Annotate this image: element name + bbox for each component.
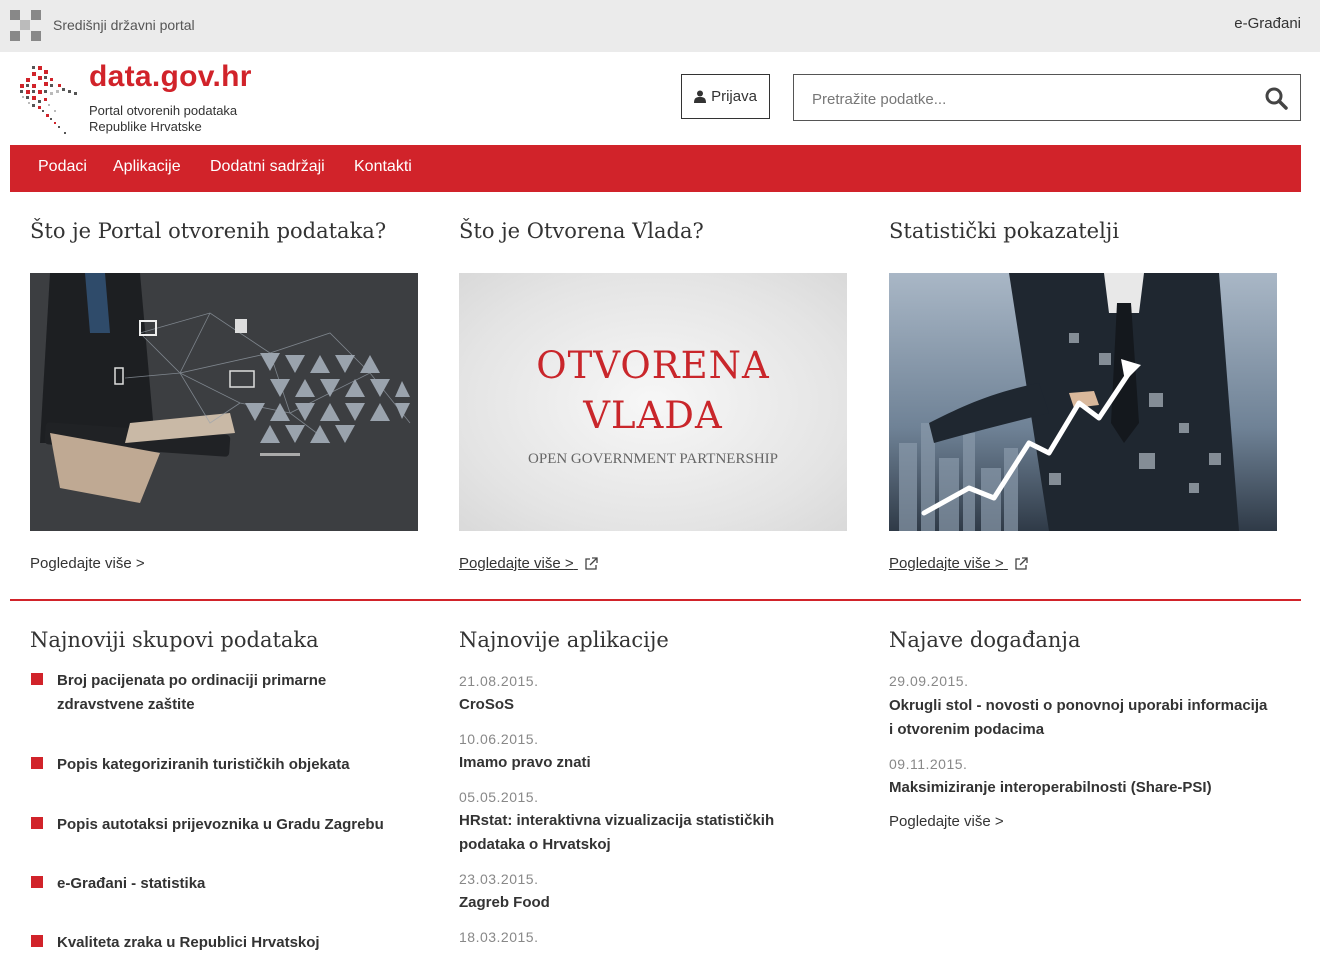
main-nav: Podaci Aplikacije Dodatni sadržaji Konta…: [10, 145, 1301, 192]
nav-item-aplikacije[interactable]: Aplikacije: [113, 158, 181, 176]
banner-line1: OTVORENA: [536, 344, 770, 387]
banner-line2: VLADA: [583, 394, 723, 437]
events-title: Najave događanja: [889, 628, 1081, 652]
feature-image-otvorena-vlada[interactable]: OTVORENA VLADA OPEN GOVERNMENT PARTNERSH…: [459, 273, 847, 531]
external-link-icon: [585, 557, 598, 570]
app-date: 18.03.2015.: [459, 929, 539, 945]
app-title[interactable]: Zagreb Food: [459, 891, 550, 915]
bullet-square-icon: [31, 817, 43, 829]
dataset-item-label: e-Građani - statistika: [57, 875, 206, 892]
apps-title: Najnovije aplikacije: [459, 628, 669, 652]
feature-more-link-otvorena-vlada[interactable]: Pogledajte više >: [459, 555, 598, 572]
app-date: 23.03.2015.: [459, 871, 539, 887]
app-title[interactable]: HRstat: interaktivna vizualizacija stati…: [459, 809, 829, 857]
feature-more-link-label: Pogledajte više >: [889, 555, 1004, 572]
events-more-link[interactable]: Pogledajte više >: [889, 813, 1004, 830]
gov-portal-link[interactable]: Središnji državni portal: [53, 17, 195, 33]
croatia-map-logo-icon[interactable]: [18, 62, 80, 138]
user-icon: [694, 90, 707, 103]
site-logo-subtitle: Portal otvorenih podataka Republike Hrva…: [89, 103, 237, 135]
dataset-item-label: Popis kategoriziranih turističkih objeka…: [57, 756, 350, 773]
tablet-network-illustration: [30, 273, 418, 531]
dataset-item[interactable]: Kvaliteta zraka u Republici Hrvatskoj: [31, 931, 421, 955]
feature-title-otvorena-vlada: Što je Otvorena Vlada?: [459, 219, 704, 243]
feature-more-link-label: Pogledajte više >: [459, 555, 574, 572]
app-title[interactable]: CroSoS: [459, 693, 514, 717]
businessman-chart-illustration: [889, 273, 1277, 531]
app-date: 10.06.2015.: [459, 731, 539, 747]
site-logo-title[interactable]: data.gov.hr: [89, 60, 252, 94]
dataset-item-label: Kvaliteta zraka u Republici Hrvatskoj: [57, 934, 320, 951]
feature-image-statistika[interactable]: [889, 273, 1277, 531]
logo-subtitle-line2: Republike Hrvatske: [89, 119, 202, 134]
bullet-square-icon: [31, 935, 43, 947]
event-title[interactable]: Maksimiziranje interoperabilnosti (Share…: [889, 776, 1212, 800]
datasets-title: Najnoviji skupovi podataka: [30, 628, 319, 652]
dataset-item[interactable]: Popis autotaksi prijevoznika u Gradu Zag…: [31, 813, 421, 837]
search-input[interactable]: [810, 87, 1244, 111]
gov-topbar: Središnji državni portal e-Građani: [0, 0, 1320, 52]
feature-title-portal: Što je Portal otvorenih podataka?: [30, 219, 387, 243]
event-date: 09.11.2015.: [889, 756, 968, 772]
login-button[interactable]: Prijava: [681, 74, 770, 119]
nav-item-podaci[interactable]: Podaci: [38, 158, 87, 176]
bullet-square-icon: [31, 876, 43, 888]
external-link-icon: [1015, 557, 1028, 570]
site-header: data.gov.hr Portal otvorenih podataka Re…: [0, 52, 1320, 145]
bullet-square-icon: [31, 757, 43, 769]
app-date: 21.08.2015.: [459, 673, 539, 689]
search-box: [793, 74, 1301, 121]
feature-more-link-statistika[interactable]: Pogledajte više >: [889, 555, 1028, 572]
nav-item-kontakti[interactable]: Kontakti: [354, 158, 412, 176]
nav-item-dodatni-sadrzaji[interactable]: Dodatni sadržaji: [210, 158, 325, 176]
banner-subtitle: OPEN GOVERNMENT PARTNERSHIP: [528, 451, 778, 467]
bullet-square-icon: [31, 673, 43, 685]
app-title[interactable]: Imamo pravo znati: [459, 751, 591, 775]
dataset-item-label: Popis autotaksi prijevoznika u Gradu Zag…: [57, 816, 384, 833]
gov-portal-logo-icon[interactable]: [10, 10, 41, 41]
app-date: 05.05.2015.: [459, 789, 539, 805]
dataset-item[interactable]: Popis kategoriziranih turističkih objeka…: [31, 753, 421, 777]
feature-image-portal[interactable]: [30, 273, 418, 531]
egradani-link[interactable]: e-Građani: [1234, 15, 1301, 32]
feature-title-statistika: Statistički pokazatelji: [889, 219, 1120, 243]
dataset-item[interactable]: Broj pacijenata po ordinaciji primarne z…: [31, 669, 421, 717]
login-label: Prijava: [711, 88, 757, 105]
logo-subtitle-line1: Portal otvorenih podataka: [89, 103, 238, 118]
section-divider: [10, 599, 1301, 601]
event-date: 29.09.2015.: [889, 673, 969, 689]
search-icon[interactable]: [1264, 86, 1288, 110]
event-title[interactable]: Okrugli stol - novosti o ponovnoj uporab…: [889, 694, 1269, 742]
feature-more-link-portal[interactable]: Pogledajte više >: [30, 555, 145, 572]
dataset-item-label: Broj pacijenata po ordinaciji primarne z…: [57, 672, 327, 713]
dataset-item[interactable]: e-Građani - statistika: [31, 872, 421, 896]
